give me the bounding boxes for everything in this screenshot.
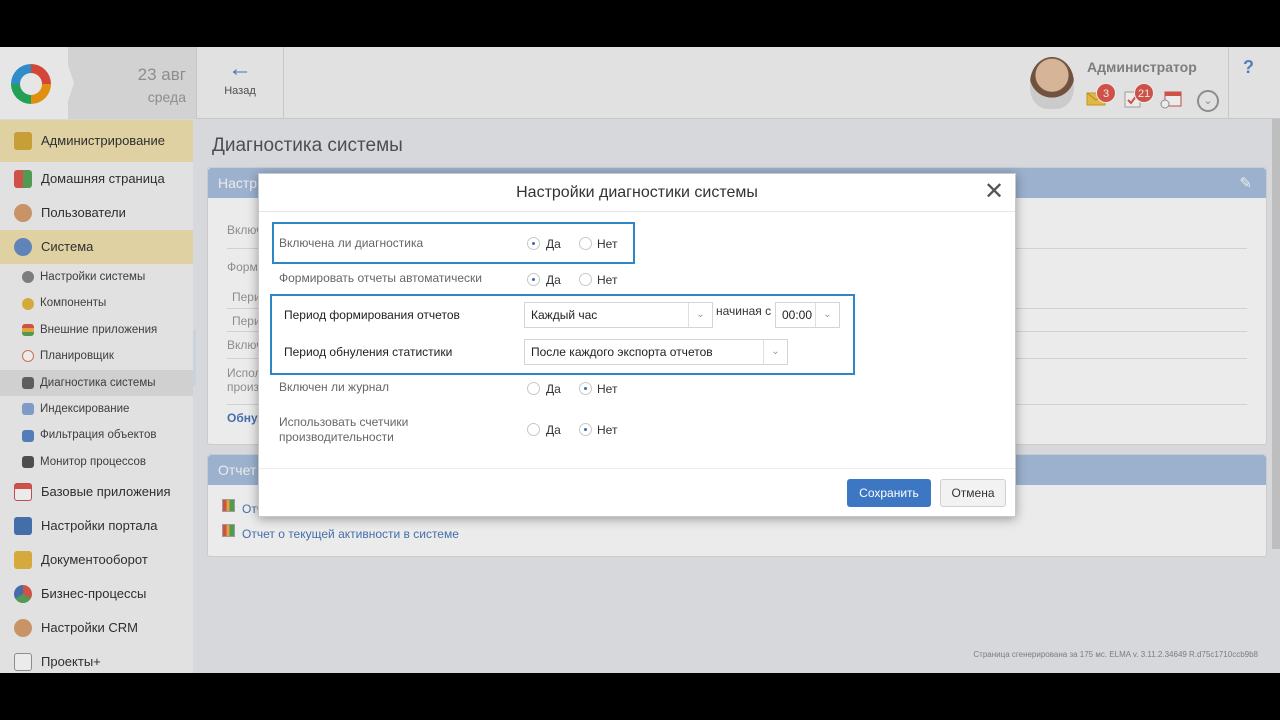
dialog-footer-divider <box>259 468 1015 469</box>
auto-reports-label: Формировать отчеты автоматически <box>279 271 482 285</box>
perf-counters-label: Использовать счетчики производительности <box>279 415 409 444</box>
highlight-period-settings <box>270 294 855 375</box>
no-label: Нет <box>597 382 618 396</box>
close-icon[interactable]: ✕ <box>979 176 1009 208</box>
yes-label: Да <box>546 273 561 287</box>
journal-no-radio[interactable] <box>579 382 592 395</box>
save-button[interactable]: Сохранить <box>847 479 931 507</box>
auto-reports-no-radio[interactable] <box>579 273 592 286</box>
journal-enabled-label: Включен ли журнал <box>279 380 390 394</box>
yes-label: Да <box>546 382 561 396</box>
perf-counters-no-radio[interactable] <box>579 423 592 436</box>
no-label: Нет <box>597 423 618 437</box>
yes-label: Да <box>546 423 561 437</box>
cancel-button[interactable]: Отмена <box>940 479 1006 507</box>
journal-yes-radio[interactable] <box>527 382 540 395</box>
auto-reports-yes-radio[interactable] <box>527 273 540 286</box>
no-label: Нет <box>597 273 618 287</box>
diagnostics-settings-dialog: Настройки диагностики системы ✕ Включена… <box>258 173 1016 517</box>
app-screen: 23 авг среда ← Назад Администратор 3 21 … <box>0 47 1280 673</box>
highlight-diagnostics-toggle <box>272 222 635 264</box>
dialog-title: Настройки диагностики системы <box>259 174 1015 212</box>
perf-counters-yes-radio[interactable] <box>527 423 540 436</box>
